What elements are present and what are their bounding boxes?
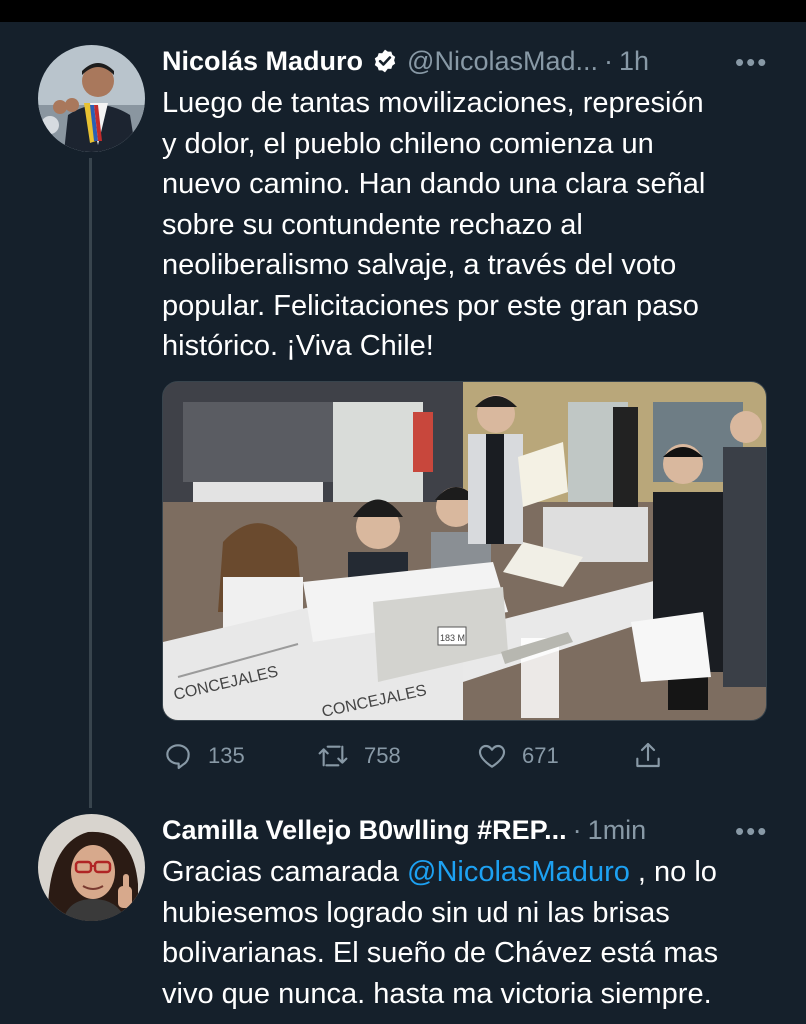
timestamp[interactable]: 1min bbox=[588, 815, 647, 846]
status-bar bbox=[0, 0, 806, 22]
tweet-header: Nicolás Maduro @NicolasMad... · 1h bbox=[162, 43, 649, 79]
retweet-button[interactable]: 758 bbox=[316, 736, 401, 776]
reply-button[interactable]: 135 bbox=[162, 736, 245, 776]
like-button[interactable]: 671 bbox=[476, 736, 559, 776]
more-icon[interactable]: ••• bbox=[735, 816, 768, 847]
share-button[interactable] bbox=[632, 736, 678, 776]
tweet-text-line: popular. Felicitaciones por este gran pa… bbox=[162, 289, 699, 322]
tweet-header: Camilla Vellejo B0wlling #REP... · 1min bbox=[162, 812, 646, 848]
tweet-text-line: bolivarianas. El sueño de Chávez está ma… bbox=[162, 937, 719, 969]
heart-icon bbox=[478, 744, 506, 768]
tweet-text-line: Gracias camarada @NicolasMaduro , no lo bbox=[162, 852, 718, 893]
like-count: 671 bbox=[522, 743, 559, 768]
ballot-box-label: 183 M bbox=[440, 633, 465, 643]
tweet-text-line: vivo que nunca. hasta ma victoria siempr… bbox=[162, 977, 712, 1010]
tweet-body: Luego de tantas movilizaciones, represió… bbox=[162, 83, 705, 367]
tweet-text-line: sobre su contundente rechazo al bbox=[162, 208, 583, 241]
tweet-text-line: nuevo camino. Han dando una clara señal bbox=[162, 168, 706, 200]
timestamp[interactable]: 1h bbox=[619, 46, 649, 77]
separator-dot: · bbox=[572, 814, 582, 845]
avatar-camilla[interactable] bbox=[38, 814, 145, 921]
reply-icon bbox=[166, 744, 190, 770]
more-icon[interactable]: ••• bbox=[735, 47, 768, 78]
tweet-action-bar: 135 758 671 bbox=[162, 736, 682, 776]
verified-badge-icon bbox=[372, 48, 398, 74]
tweet-text-line: y dolor, el pueblo chileno comienza un bbox=[162, 127, 654, 160]
display-name[interactable]: Camilla Vellejo B0wlling #REP... bbox=[162, 815, 567, 846]
mention-link[interactable]: @NicolasMaduro bbox=[407, 856, 630, 888]
reply-count: 135 bbox=[208, 743, 245, 768]
separator-dot: · bbox=[604, 45, 614, 76]
tweet-text-line: Luego de tantas movilizaciones, represió… bbox=[162, 87, 704, 119]
share-icon bbox=[636, 742, 660, 768]
tweet-text-line: histórico. ¡Viva Chile! bbox=[162, 330, 434, 362]
tweet-text-line: neoliberalismo salvaje, a través del vot… bbox=[162, 249, 677, 281]
handle[interactable]: @NicolasMad... bbox=[407, 46, 598, 77]
retweet-count: 758 bbox=[364, 743, 401, 768]
avatar-maduro[interactable] bbox=[38, 45, 145, 152]
thread-connector-line bbox=[89, 158, 92, 808]
tweet-text: , no lo bbox=[629, 856, 717, 888]
retweet-icon bbox=[318, 745, 348, 767]
tweet-body: Gracias camarada @NicolasMaduro , no lo … bbox=[162, 852, 718, 1014]
tweet-text: Gracias camarada bbox=[162, 856, 407, 888]
display-name[interactable]: Nicolás Maduro bbox=[162, 46, 363, 77]
tweet-text-line: hubiesemos logrado sin ud ni las brisas bbox=[162, 896, 670, 929]
tweet-photo[interactable]: CONCEJALES CONCEJALES 183 M bbox=[162, 381, 767, 721]
